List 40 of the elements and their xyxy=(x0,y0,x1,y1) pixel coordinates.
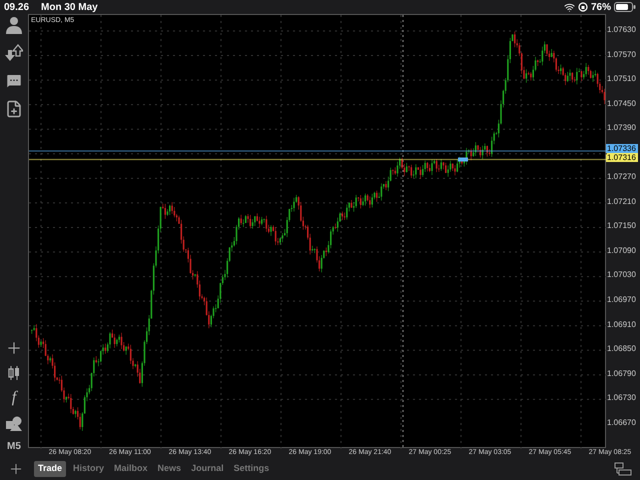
wifi-icon xyxy=(564,2,575,12)
price-tick-label: 1.06790 xyxy=(606,368,636,380)
price-tick-label: 1.07270 xyxy=(606,171,636,184)
price-tick-label: 1.06850 xyxy=(606,343,636,356)
price-tick-label: 1.07210 xyxy=(606,196,636,208)
clock-time: 09.26 xyxy=(4,0,30,14)
candlesticks-icon[interactable] xyxy=(7,365,21,381)
person-icon[interactable] xyxy=(5,16,23,34)
add-icon[interactable] xyxy=(8,461,24,477)
battery-percentage: 76% xyxy=(590,0,611,14)
battery-icon xyxy=(614,2,636,12)
shapes-icon[interactable] xyxy=(5,415,23,431)
price-tick-label: 1.07150 xyxy=(606,220,636,232)
bottom-tab[interactable]: Mailbox xyxy=(111,461,151,477)
price-tick-label: 1.07030 xyxy=(606,269,636,282)
position-marker xyxy=(458,158,468,162)
price-tick-label: 1.06910 xyxy=(606,318,636,331)
function-button[interactable]: f xyxy=(12,389,16,407)
bottom-tab[interactable]: Settings xyxy=(230,461,272,477)
bottom-tab[interactable]: News xyxy=(154,461,184,477)
layout-icon[interactable] xyxy=(614,462,632,476)
price-tick-label: 1.07510 xyxy=(606,73,636,86)
date-text: Mon 30 May xyxy=(41,0,98,14)
price-tick-label: 1.06730 xyxy=(606,392,636,404)
bottom-tab[interactable]: Journal xyxy=(188,461,227,477)
timeframe-button[interactable]: M5 xyxy=(7,439,21,454)
price-tick-label: 1.06670 xyxy=(606,416,636,429)
price-tick-label: 1.07570 xyxy=(606,48,636,60)
current-price-label: 1.07336 xyxy=(606,144,638,153)
price-tick-label: 1.07090 xyxy=(606,244,636,257)
chat-icon[interactable] xyxy=(5,72,23,90)
down-up-arrows-icon[interactable] xyxy=(5,44,23,62)
price-tick-label: 1.07450 xyxy=(606,98,636,110)
price-tick-label: 1.07630 xyxy=(606,24,636,36)
rotation-lock-icon xyxy=(578,2,588,12)
price-tick-label: 1.06970 xyxy=(606,294,636,306)
price-tick-label: 1.07390 xyxy=(606,122,636,134)
bottom-tab[interactable]: History xyxy=(70,461,108,477)
bottom-tab[interactable]: Trade xyxy=(34,461,66,477)
new-document-icon[interactable] xyxy=(5,100,23,118)
